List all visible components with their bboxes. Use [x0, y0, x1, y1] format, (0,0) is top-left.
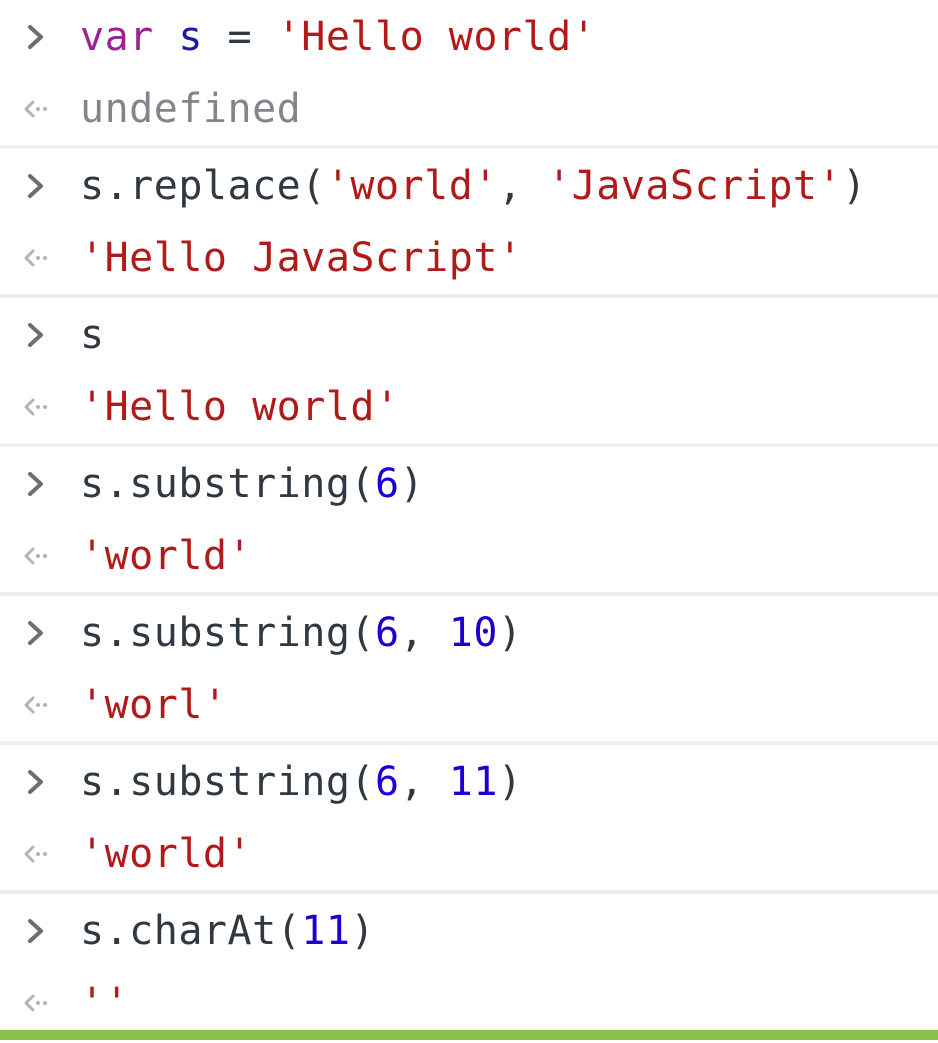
- number-token: 11: [448, 759, 498, 805]
- console-input-line[interactable]: s.substring(6, 10): [0, 596, 938, 670]
- console-output-line: 'Hello world': [0, 370, 938, 444]
- variable-token: s: [178, 14, 203, 60]
- console-output-value: 'world': [80, 533, 253, 579]
- console-output-value: 'world': [80, 831, 253, 877]
- console-entry: s.replace('world', 'JavaScript') 'Hello …: [0, 149, 938, 298]
- console-output-line: '': [0, 966, 938, 1040]
- chevron-right-icon: [16, 17, 56, 57]
- keyword-token: var: [80, 14, 154, 60]
- console-input-line[interactable]: s.substring(6): [0, 447, 938, 521]
- plain-token: s: [80, 312, 105, 358]
- paren-token: ): [497, 759, 523, 805]
- console-input-line[interactable]: var s = 'Hello world': [0, 0, 938, 74]
- arrow-left-icon: [16, 89, 56, 129]
- console-input-line[interactable]: s: [0, 298, 938, 372]
- arrow-left-icon: [16, 536, 56, 576]
- comma-token: ,: [399, 610, 449, 656]
- console-input-code: s.substring(6): [80, 460, 424, 508]
- paren-token: ): [350, 908, 376, 954]
- comma-token: ,: [497, 163, 548, 209]
- paren-token: ): [399, 461, 425, 507]
- chevron-right-icon: [16, 911, 56, 951]
- arrow-left-icon: [16, 238, 56, 278]
- console-input-code: var s = 'Hello world': [80, 13, 596, 61]
- console-input-line[interactable]: s.charAt(11): [0, 894, 938, 968]
- console-input-line[interactable]: s.substring(6, 11): [0, 745, 938, 819]
- chevron-right-icon: [16, 762, 56, 802]
- console-input-code: s.replace('world', 'JavaScript'): [80, 162, 867, 210]
- comma-token: ,: [399, 759, 449, 805]
- arrow-left-icon: [16, 685, 56, 725]
- string-token: 'world': [325, 163, 498, 209]
- number-token: 6: [374, 759, 400, 805]
- console-output-line: 'Hello JavaScript': [0, 221, 938, 295]
- string-token: 'Hello world': [276, 14, 597, 60]
- string-token: 'JavaScript': [547, 163, 843, 209]
- plain-token: s.charAt(: [80, 908, 302, 954]
- arrow-left-icon: [16, 983, 56, 1023]
- console-output-value: '': [80, 980, 130, 1026]
- console-entry: s.substring(6) 'world': [0, 447, 938, 596]
- status-bar: [0, 1030, 938, 1040]
- console-entry: s.charAt(11) '': [0, 894, 938, 1043]
- paren-token: ): [842, 163, 867, 209]
- paren-token: ): [497, 610, 523, 656]
- number-token: 10: [448, 610, 498, 656]
- console-entry: s.substring(6, 11) 'world': [0, 745, 938, 894]
- console-output-line: undefined: [0, 72, 938, 146]
- number-token: 11: [301, 908, 351, 954]
- console-entry: s.substring(6, 10) 'worl': [0, 596, 938, 745]
- plain-token: s.substring(: [80, 759, 375, 805]
- console-input-code: s.charAt(11): [80, 907, 375, 955]
- plain-token: s.substring(: [80, 461, 375, 507]
- console-input-code: s.substring(6, 10): [80, 609, 523, 657]
- plain-token: s.substring(: [80, 610, 375, 656]
- console-output-value: 'Hello world': [80, 384, 400, 430]
- operator-token: =: [202, 14, 277, 60]
- console-output-line: 'worl': [0, 668, 938, 742]
- arrow-left-icon: [16, 387, 56, 427]
- number-token: 6: [374, 610, 400, 656]
- console-input-code: s.substring(6, 11): [80, 758, 523, 806]
- plain-token: s.replace(: [80, 163, 326, 209]
- chevron-right-icon: [16, 166, 56, 206]
- console-output-value: 'worl': [80, 682, 228, 728]
- console-output-value: undefined: [80, 86, 302, 132]
- console-log: var s = 'Hello world' undefined s.replac…: [0, 0, 938, 1043]
- console-output-line: 'world': [0, 519, 938, 593]
- console-input-line[interactable]: s.replace('world', 'JavaScript'): [0, 149, 938, 223]
- arrow-left-icon: [16, 834, 56, 874]
- chevron-right-icon: [16, 315, 56, 355]
- console-output-value: 'Hello JavaScript': [80, 235, 523, 281]
- console-output-line: 'world': [0, 817, 938, 891]
- console-entry: s 'Hello world': [0, 298, 938, 447]
- console-input-code: s: [80, 311, 105, 359]
- console-entry: var s = 'Hello world' undefined: [0, 0, 938, 149]
- chevron-right-icon: [16, 464, 56, 504]
- number-token: 6: [374, 461, 400, 507]
- chevron-right-icon: [16, 613, 56, 653]
